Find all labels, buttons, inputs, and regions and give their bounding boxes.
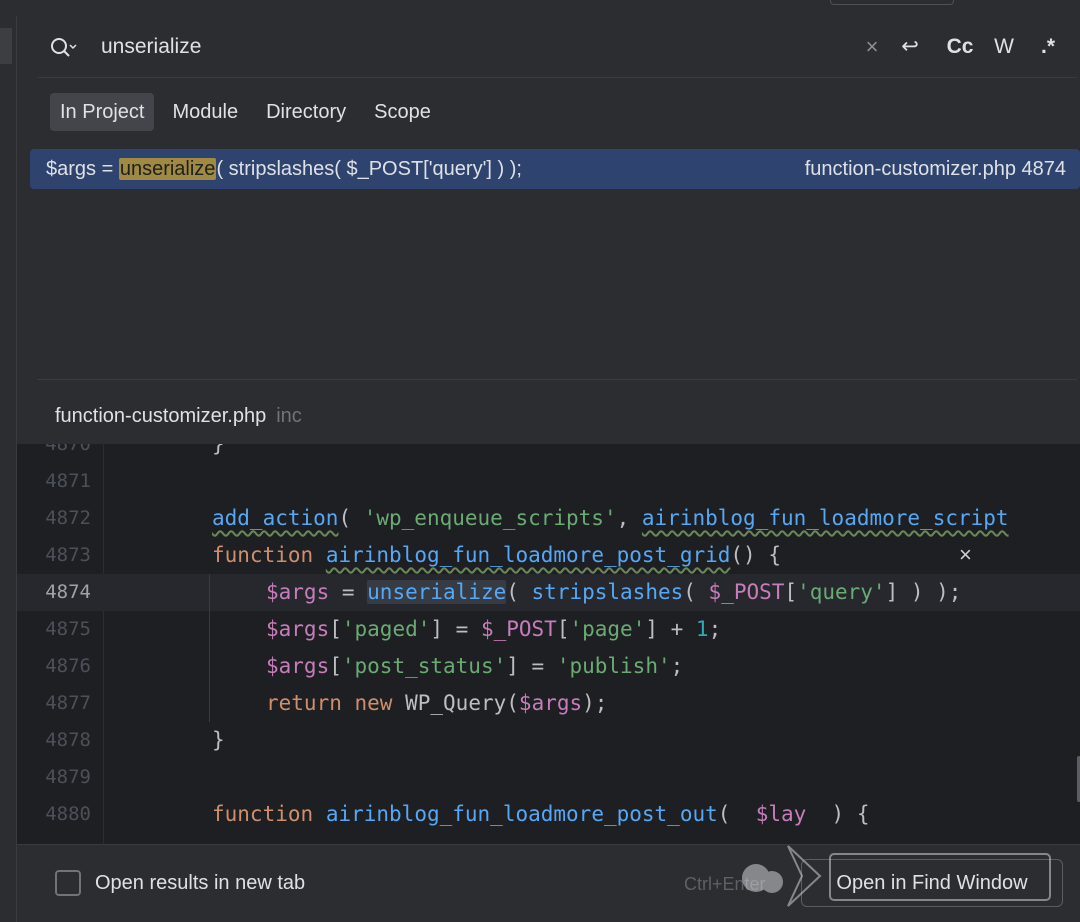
- open-in-find-window-button[interactable]: Open in Find Window: [801, 859, 1063, 907]
- regex-toggle[interactable]: .*: [1033, 30, 1063, 64]
- line-number: 4877: [45, 692, 91, 714]
- code-text: function airinblog_fun_loadmore_post_out…: [212, 802, 870, 826]
- code-line: 4872 add_action( 'wp_enqueue_scripts', a…: [17, 500, 1080, 537]
- line-number: 4880: [45, 803, 91, 825]
- tab-directory[interactable]: Directory: [256, 93, 356, 131]
- code-line: 4871: [17, 463, 1080, 500]
- code-line: 4870 }: [17, 444, 1080, 463]
- code-line: 4875 $args['paged'] = $_POST['page'] + 1…: [17, 611, 1080, 648]
- line-number: 4873: [45, 544, 91, 566]
- search-result-row[interactable]: $args = unserialize( stripslashes( $_POS…: [30, 149, 1080, 189]
- result-location: function-customizer.php 4874: [804, 158, 1066, 180]
- code-preview[interactable]: 4870 } 4871 4872 add_action( 'wp_enqueue…: [17, 444, 1080, 860]
- current-code-line: 4874 $args = unserialize( stripslashes( …: [17, 574, 1080, 611]
- search-history-icon[interactable]: [49, 36, 77, 60]
- result-code-after: ( stripslashes( $_POST['query'] ) );: [216, 158, 522, 180]
- code-text: return new WP_Query($args);: [266, 691, 608, 715]
- preview-header: function-customizer.php inc: [55, 402, 302, 430]
- tab-scope[interactable]: Scope: [364, 93, 441, 131]
- code-text: }: [212, 444, 225, 456]
- line-number: 4874: [45, 581, 91, 603]
- code-text: $args = unserialize( stripslashes( $_POS…: [266, 580, 962, 604]
- line-number: 4870: [45, 444, 91, 455]
- line-number: 4879: [45, 766, 91, 788]
- popup-footer: Open results in new tab Ctrl+Enter Open …: [17, 844, 1080, 922]
- ide-tab-outline: [830, 0, 954, 5]
- tab-module[interactable]: Module: [162, 93, 248, 131]
- match-case-toggle[interactable]: Cc: [943, 30, 977, 64]
- line-number: 4871: [45, 470, 91, 492]
- close-icon[interactable]: ×: [959, 542, 972, 568]
- scope-tabs: In Project Module Directory Scope: [50, 93, 449, 133]
- ide-left-tab: [0, 28, 12, 64]
- find-in-files-popup: unserialize × ↩ Cc W .* In Project Modul…: [16, 16, 1080, 922]
- whole-words-toggle[interactable]: W: [989, 30, 1019, 64]
- code-line: 4878 }: [17, 722, 1080, 759]
- ide-left-bar: [0, 0, 16, 922]
- newline-toggle-icon[interactable]: ↩: [895, 30, 925, 64]
- search-input[interactable]: unserialize: [101, 32, 201, 62]
- tab-in-project[interactable]: In Project: [50, 93, 155, 131]
- result-code: $args = unserialize( stripslashes( $_POS…: [46, 149, 522, 189]
- code-text: add_action( 'wp_enqueue_scripts', airinb…: [212, 506, 1009, 530]
- code-text: }: [212, 728, 225, 752]
- code-line: 4873 function airinblog_fun_loadmore_pos…: [17, 537, 1080, 574]
- search-bar: unserialize × ↩ Cc W .*: [17, 16, 1080, 78]
- indent-guide: [209, 574, 210, 722]
- code-text: function airinblog_fun_loadmore_post_gri…: [212, 543, 781, 567]
- code-line: 4880 function airinblog_fun_loadmore_pos…: [17, 796, 1080, 833]
- open-new-tab-checkbox[interactable]: [55, 870, 81, 896]
- line-number: 4872: [45, 507, 91, 529]
- result-match-highlight: unserialize: [118, 158, 217, 180]
- search-divider: [37, 77, 1077, 78]
- code-text: $args['paged'] = $_POST['page'] + 1;: [266, 617, 722, 641]
- code-text: $args['post_status'] = 'publish';: [266, 654, 684, 678]
- line-number: 4878: [45, 729, 91, 751]
- clear-search-icon[interactable]: ×: [860, 30, 884, 64]
- preview-dir: inc: [276, 405, 302, 427]
- code-line: 4876 $args['post_status'] = 'publish';: [17, 648, 1080, 685]
- line-number: 4876: [45, 655, 91, 677]
- shortcut-hint: Ctrl+Enter: [684, 874, 766, 894]
- results-divider: [37, 379, 1077, 380]
- code-line: 4879: [17, 759, 1080, 796]
- code-line: 4877 return new WP_Query($args);: [17, 685, 1080, 722]
- preview-file-name: function-customizer.php: [55, 405, 267, 427]
- line-number: 4875: [45, 618, 91, 640]
- result-code-before: $args =: [46, 158, 119, 180]
- open-new-tab-label[interactable]: Open results in new tab: [95, 867, 305, 899]
